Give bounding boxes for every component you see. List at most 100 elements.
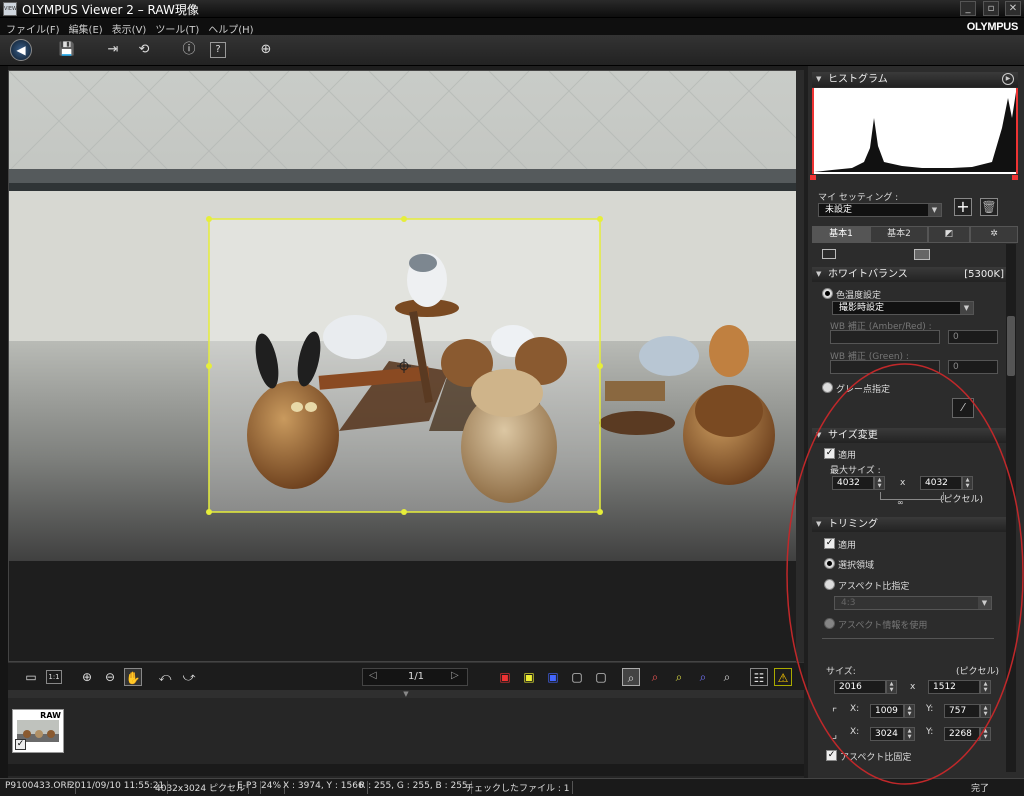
trim-y1-spinner[interactable]: ▲ ▼ — [980, 704, 991, 718]
resize-width-input[interactable]: 4032 — [832, 476, 874, 490]
histogram-header[interactable]: ヒストグラム — [812, 72, 1018, 87]
trim-width-input[interactable]: 2016 — [834, 680, 886, 694]
thumbnail-scrollbar[interactable] — [8, 764, 804, 776]
web-icon[interactable]: ⊕ — [256, 40, 276, 60]
wb-preset-dropdown[interactable]: 撮影時設定 ▼ — [832, 301, 974, 315]
zoom-out-icon[interactable]: ⊖ — [101, 668, 119, 686]
white-balance-header[interactable]: ホワイトバランス [5300K] — [812, 267, 1008, 282]
max-size-label: 最大サイズ : — [830, 466, 881, 476]
eyedropper-icon[interactable]: ⁄ — [952, 398, 974, 418]
aspect-radio[interactable] — [824, 579, 835, 590]
trim-height-spinner[interactable]: ▲ ▼ — [980, 680, 991, 694]
back-icon[interactable]: ◀ — [10, 39, 32, 61]
loupe-red-icon[interactable]: ⌕ — [646, 668, 664, 686]
wb-green-slider[interactable] — [830, 360, 940, 374]
help-icon[interactable]: ? — [210, 42, 226, 58]
color-temp-label: 色温度設定 — [836, 291, 882, 301]
menu-file[interactable]: ファイル(F) — [0, 18, 63, 36]
menu-help[interactable]: ヘルプ(H) — [202, 18, 256, 36]
export-icon[interactable]: ⇥ — [103, 40, 123, 60]
toolbar: ◀ 💾 ⇥ ⟲ ⓘ ? ⊕ — [0, 36, 1024, 66]
resize-apply-checkbox[interactable]: ✓ — [824, 448, 835, 459]
bottom-right-corner-icon: ⌟ — [832, 728, 838, 741]
resize-header[interactable]: サイズ変更 — [812, 428, 1008, 443]
aspect-info-radio[interactable] — [824, 618, 835, 629]
save-icon[interactable]: 💾 — [57, 40, 77, 60]
loupe-icon[interactable]: ⌕ — [622, 668, 640, 686]
prev-page-button[interactable]: ◁ — [369, 670, 377, 681]
loupe-yellow-icon[interactable]: ⌕ — [670, 668, 688, 686]
resize-apply-label: 適用 — [838, 451, 857, 461]
tab-advanced[interactable]: ✲ — [970, 226, 1018, 243]
trim-y1-input[interactable]: 757 — [944, 704, 980, 718]
next-page-button[interactable]: ▷ — [451, 670, 459, 681]
grid-icon[interactable]: ▢ — [568, 668, 586, 686]
minimize-button[interactable]: _ — [960, 1, 976, 16]
histogram-chart — [812, 88, 1018, 174]
resize-height-spinner[interactable]: ▲ ▼ — [962, 476, 973, 490]
thumbnail-checkbox[interactable]: ✓ — [15, 739, 26, 750]
highlight-icon[interactable]: ▣ — [496, 668, 514, 686]
selection-radio[interactable] — [824, 558, 835, 569]
restore-button[interactable]: ▫ — [983, 1, 999, 16]
zoom-in-icon[interactable]: ⊕ — [78, 668, 96, 686]
my-settings-dropdown[interactable]: 未設定 ▼ — [818, 203, 942, 217]
hand-tool-icon[interactable]: ✋ — [124, 668, 142, 686]
histogram-menu-icon[interactable]: ▶ — [1002, 73, 1014, 85]
tab-basic2[interactable]: 基本2 — [870, 226, 928, 243]
delete-setting-button[interactable]: 🗑 — [980, 198, 998, 216]
panel-scroll-thumb[interactable] — [1007, 316, 1015, 376]
trim-width-spinner[interactable]: ▲ ▼ — [886, 680, 897, 694]
loupe-blue-icon[interactable]: ⌕ — [694, 668, 712, 686]
warning-icon[interactable]: ⚠ — [774, 668, 792, 686]
wb-green-input[interactable]: 0 — [948, 360, 998, 374]
trim-x2-input[interactable]: 3024 — [870, 727, 904, 741]
info-icon[interactable]: ⓘ — [179, 40, 199, 60]
menu-view[interactable]: 表示(V) — [106, 18, 150, 36]
panel-mode-icon[interactable] — [822, 249, 836, 259]
wb-amber-red-input[interactable]: 0 — [948, 330, 998, 344]
fix-aspect-checkbox[interactable]: ✓ — [826, 750, 837, 761]
compare-icon[interactable]: ☷ — [750, 668, 768, 686]
tab-basic1[interactable]: 基本1 — [812, 226, 870, 243]
highlight-clip-marker[interactable] — [1012, 175, 1018, 180]
trim-x1-input[interactable]: 1009 — [870, 704, 904, 718]
aspect-info-label: アスペクト情報を使用 — [838, 621, 928, 631]
my-settings-value: 未設定 — [825, 205, 853, 215]
tab-tone-curve[interactable]: ◩ — [928, 226, 970, 243]
resize-height-input[interactable]: 4032 — [920, 476, 962, 490]
trim-x2-spinner[interactable]: ▲ ▼ — [904, 727, 915, 741]
viewer-scrollbar[interactable] — [796, 70, 804, 662]
actual-size-icon[interactable]: 1:1 — [46, 670, 62, 684]
add-setting-button[interactable]: + — [954, 198, 972, 216]
color-temp-radio[interactable] — [822, 288, 833, 299]
image-viewer[interactable] — [8, 70, 804, 662]
close-button[interactable]: ✕ — [1005, 1, 1021, 16]
trim-y2-spinner[interactable]: ▲ ▼ — [980, 727, 991, 741]
menu-edit[interactable]: 編集(E) — [63, 18, 106, 36]
trim-apply-checkbox[interactable]: ✓ — [824, 538, 835, 549]
link-chain-icon[interactable]: ∞ — [897, 498, 904, 507]
thumbnail-splitter[interactable]: ▼ — [8, 690, 804, 698]
frame-icon[interactable]: ▢ — [592, 668, 610, 686]
trim-y2-input[interactable]: 2268 — [944, 727, 980, 741]
aspect-dropdown[interactable]: 4:3 ▼ — [834, 596, 992, 610]
loupe-gray-icon[interactable]: ⌕ — [718, 668, 736, 686]
gamut-icon[interactable]: ▣ — [544, 668, 562, 686]
rotate-left-icon[interactable]: ⤺ — [156, 668, 174, 686]
rotate-icon[interactable]: ⟲ — [134, 40, 154, 60]
panel-mode-alt-icon[interactable] — [914, 249, 930, 260]
gray-point-radio[interactable] — [822, 382, 833, 393]
rotate-right-icon[interactable]: ⤻ — [180, 668, 198, 686]
trim-height-input[interactable]: 1512 — [928, 680, 980, 694]
thumbnail-item[interactable]: RAW ✓ — [12, 709, 64, 753]
trimming-title: トリミング — [828, 519, 878, 530]
trim-x1-spinner[interactable]: ▲ ▼ — [904, 704, 915, 718]
shadow-icon[interactable]: ▣ — [520, 668, 538, 686]
resize-width-spinner[interactable]: ▲ ▼ — [874, 476, 885, 490]
menu-tools[interactable]: ツール(T) — [149, 18, 202, 36]
fit-icon[interactable]: ▭ — [22, 668, 40, 686]
wb-amber-red-slider[interactable] — [830, 330, 940, 344]
shadow-clip-marker[interactable] — [810, 175, 816, 180]
trimming-header[interactable]: トリミング — [812, 517, 1008, 532]
